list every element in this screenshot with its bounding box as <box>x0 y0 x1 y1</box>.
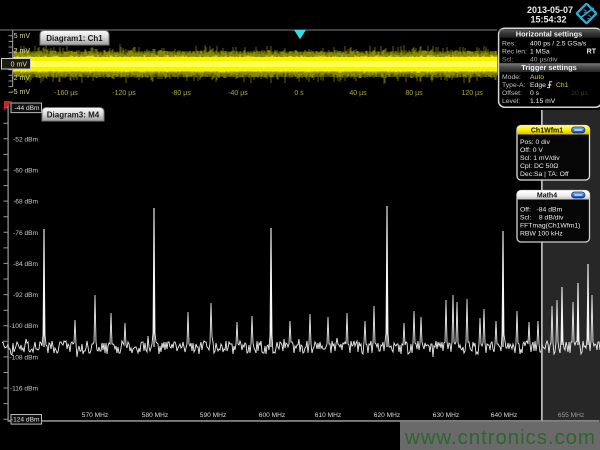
svg-text:Level:: Level: <box>502 98 520 105</box>
svg-text:Horizontal settings: Horizontal settings <box>516 30 583 39</box>
svg-text:www.cntronics.com: www.cntronics.com <box>404 426 595 449</box>
svg-text:-76 dBm: -76 dBm <box>13 230 38 237</box>
svg-text:5 mV: 5 mV <box>14 33 31 40</box>
svg-text:20 µs: 20 µs <box>571 90 588 97</box>
svg-text:-84 dBm: -84 dBm <box>13 261 38 268</box>
svg-text:2 mV: 2 mV <box>14 48 31 55</box>
svg-text:-44 dBm: -44 dBm <box>15 105 40 112</box>
svg-text:Trigger settings: Trigger settings <box>521 63 576 72</box>
svg-text:640 MHz: 640 MHz <box>491 412 517 419</box>
svg-text:Diagram3: M4: Diagram3: M4 <box>47 111 100 120</box>
svg-text:600 MHz: 600 MHz <box>259 412 285 419</box>
svg-text:-40 µs: -40 µs <box>228 90 248 97</box>
svg-text:-2 mV: -2 mV <box>11 75 30 82</box>
svg-text:-120 µs: -120 µs <box>112 90 136 97</box>
svg-text:1 MSa: 1 MSa <box>530 48 550 55</box>
svg-text:Dec:Sa | TA: Off: Dec:Sa | TA: Off <box>520 171 569 178</box>
svg-text:Edge: Edge <box>530 82 546 89</box>
svg-text:Pos: 0 div: Pos: 0 div <box>520 139 550 146</box>
svg-text:590 MHz: 590 MHz <box>200 412 226 419</box>
svg-text:0 mV: 0 mV <box>11 62 28 69</box>
svg-text:80 µs: 80 µs <box>405 90 423 97</box>
svg-text:Type-A:: Type-A: <box>502 82 526 89</box>
svg-text:-68 dBm: -68 dBm <box>13 199 38 206</box>
svg-text:570 MHz: 570 MHz <box>82 412 108 419</box>
svg-text:Offset:: Offset: <box>502 90 522 97</box>
svg-text:-124 dBm: -124 dBm <box>11 417 40 424</box>
svg-text:655 MHz: 655 MHz <box>558 412 584 419</box>
svg-text:630 MHz: 630 MHz <box>433 412 459 419</box>
svg-text:-160 µs: -160 µs <box>54 90 78 97</box>
svg-text:-116 dBm: -116 dBm <box>10 386 39 393</box>
svg-text:120 µs: 120 µs <box>461 90 483 97</box>
svg-text:Mode:: Mode: <box>502 74 521 81</box>
svg-text:Auto: Auto <box>530 74 544 81</box>
svg-text:1.15 mV: 1.15 mV <box>530 98 556 105</box>
svg-text:0 s: 0 s <box>294 90 304 97</box>
svg-text:0 s: 0 s <box>530 90 540 97</box>
svg-text:-60 dBm: -60 dBm <box>13 168 38 175</box>
svg-text:15:54:32: 15:54:32 <box>530 15 566 25</box>
svg-text:-80 µs: -80 µs <box>171 90 191 97</box>
svg-text:Scl: 8 dB/div: Scl: 8 dB/div <box>520 215 564 222</box>
svg-text:Res:: Res: <box>502 40 516 47</box>
svg-text:Cpl: DC 50Ω: Cpl: DC 50Ω <box>520 163 558 170</box>
svg-text:610 MHz: 610 MHz <box>315 412 341 419</box>
svg-text:Ch1: Ch1 <box>556 82 569 89</box>
svg-text:620 MHz: 620 MHz <box>374 412 400 419</box>
svg-text:-5 mV: -5 mV <box>11 89 30 96</box>
svg-text:580 MHz: 580 MHz <box>142 412 168 419</box>
svg-text:Scl:: Scl: <box>502 56 513 63</box>
svg-text:Scl: 1 mV/div: Scl: 1 mV/div <box>520 155 560 162</box>
svg-text:RT: RT <box>587 48 597 55</box>
svg-text:FFTmag(Ch1Wfm1): FFTmag(Ch1Wfm1) <box>520 223 580 230</box>
svg-text:40 µs: 40 µs <box>349 90 367 97</box>
svg-text:Off: -84 dBm: Off: -84 dBm <box>520 207 563 214</box>
svg-text:RBW 100 kHz: RBW 100 kHz <box>520 231 563 238</box>
svg-text:Ch1Wfm1: Ch1Wfm1 <box>531 128 563 135</box>
svg-text:Math4: Math4 <box>537 193 557 200</box>
svg-text:-52 dBm: -52 dBm <box>13 136 38 143</box>
svg-text:-92 dBm: -92 dBm <box>13 292 38 299</box>
svg-text:400 ps / 2.5 GSa/s: 400 ps / 2.5 GSa/s <box>530 40 587 47</box>
svg-text:Rec len:: Rec len: <box>502 48 527 55</box>
svg-text:-100 dBm: -100 dBm <box>9 323 38 330</box>
svg-text:-108 dBm: -108 dBm <box>9 354 38 361</box>
svg-text:Off: 0 V: Off: 0 V <box>520 147 543 154</box>
svg-text:Diagram1: Ch1: Diagram1: Ch1 <box>46 34 103 43</box>
